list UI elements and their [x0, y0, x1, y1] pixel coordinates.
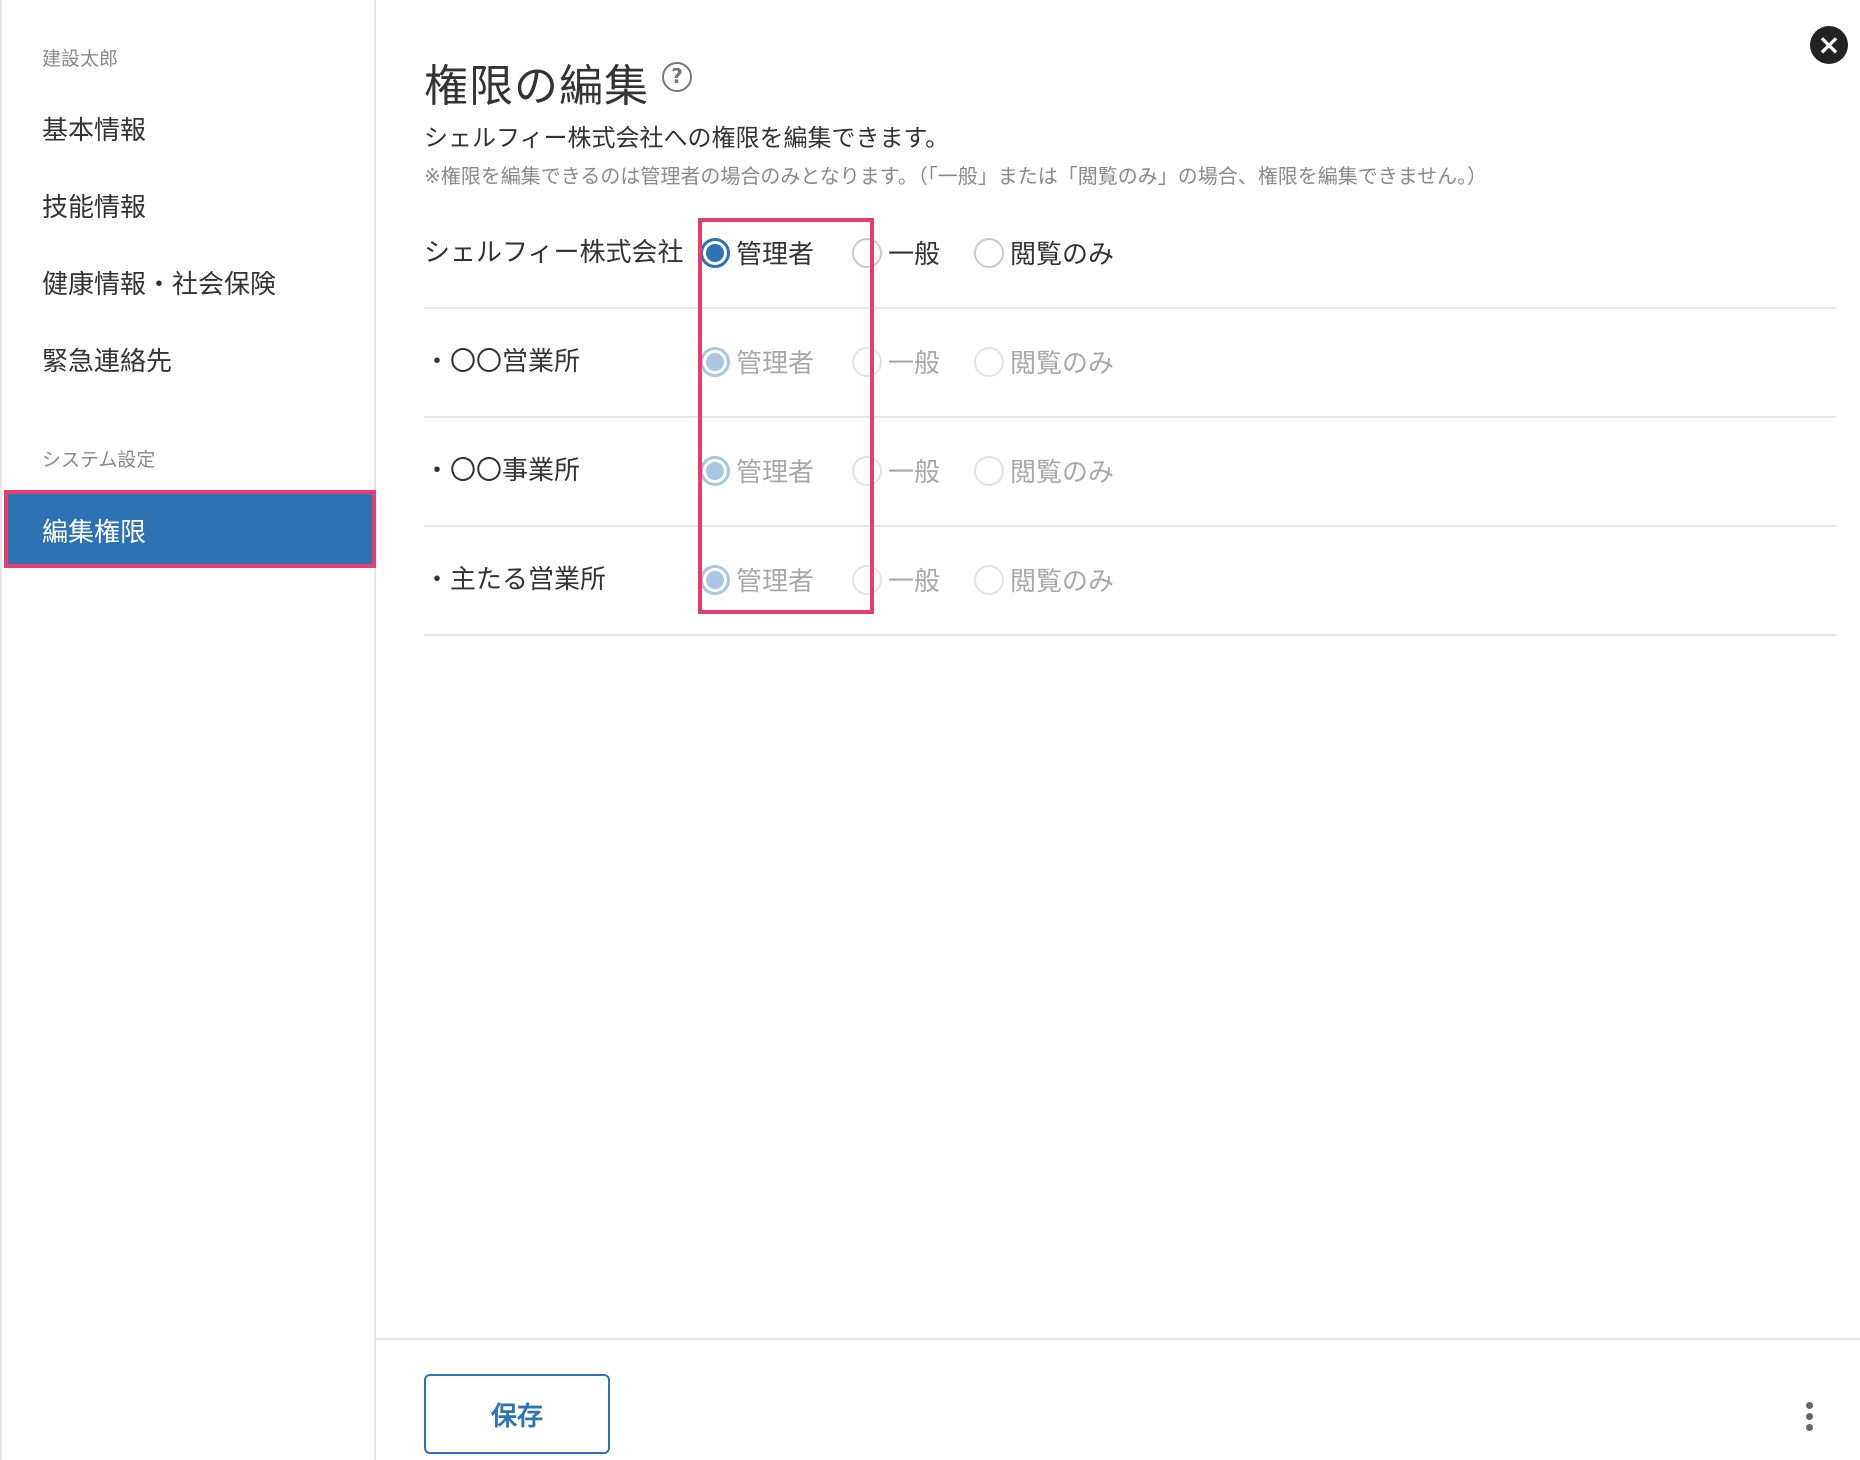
- permission-table: シェルフィー株式会社 管理者 一般 閲覧のみ ・〇〇営業所 管理者 一般 閲覧の…: [424, 200, 1836, 636]
- radio-label: 一般: [888, 349, 941, 379]
- main-panel: 権限の編集 ? シェルフィー株式会社への権限を編集できます。 ※権限を編集できる…: [376, 0, 1860, 1460]
- footer: 保存: [376, 1338, 1860, 1460]
- radio-circle: [852, 564, 882, 595]
- save-button[interactable]: 保存: [424, 1374, 610, 1454]
- radio-label: 管理者: [736, 458, 815, 488]
- permission-row: シェルフィー株式会社 管理者 一般 閲覧のみ: [424, 200, 1836, 309]
- radio-label: 閲覧のみ: [1010, 458, 1115, 488]
- help-icon[interactable]: ?: [662, 62, 692, 92]
- radio-circle: [974, 564, 1004, 595]
- radio-circle: [700, 564, 730, 595]
- radio-label: 管理者: [736, 567, 815, 597]
- close-icon[interactable]: ×: [1810, 26, 1848, 64]
- radio-label: 管理者: [736, 240, 815, 270]
- sidebar-system-section-label: システム設定: [42, 449, 156, 471]
- org-name: ・〇〇事業所: [424, 456, 581, 486]
- radio-general: 一般: [852, 561, 940, 598]
- sidebar-user-section-label: 建設太郎: [42, 48, 119, 70]
- radio-admin: 管理者: [700, 561, 814, 598]
- radio-circle: [852, 455, 882, 486]
- radio-circle: [974, 346, 1004, 377]
- radio-circle: [700, 455, 730, 486]
- sidebar-item-label: 編集権限: [42, 518, 147, 548]
- radio-circle: [700, 346, 730, 377]
- radio-label: 一般: [888, 458, 941, 488]
- org-name: ・主たる営業所: [424, 565, 607, 595]
- radio-circle: [974, 455, 1004, 486]
- permission-row: ・主たる営業所 管理者 一般 閲覧のみ: [424, 527, 1836, 636]
- radio-general[interactable]: 一般: [852, 234, 940, 271]
- permission-note: ※権限を編集できるのは管理者の場合のみとなります。（「一般」または「閲覧のみ」の…: [424, 164, 1488, 188]
- radio-circle[interactable]: [852, 237, 882, 268]
- org-name: シェルフィー株式会社: [424, 238, 684, 268]
- sidebar-item-health-insurance[interactable]: 健康情報・社会保険: [42, 264, 276, 301]
- permission-row: ・〇〇営業所 管理者 一般 閲覧のみ: [424, 309, 1836, 418]
- page-description: シェルフィー株式会社への権限を編集できます。: [424, 124, 950, 152]
- org-name: ・〇〇営業所: [424, 347, 581, 377]
- radio-circle[interactable]: [700, 237, 730, 268]
- radio-view-only: 閲覧のみ: [974, 561, 1114, 598]
- radio-view-only: 閲覧のみ: [974, 343, 1114, 380]
- radio-admin: 管理者: [700, 452, 814, 489]
- radio-circle[interactable]: [974, 237, 1004, 268]
- more-vertical-icon[interactable]: [1804, 1402, 1814, 1434]
- radio-label: 一般: [888, 240, 941, 270]
- radio-view-only[interactable]: 閲覧のみ: [974, 234, 1114, 271]
- radio-general: 一般: [852, 452, 940, 489]
- radio-general: 一般: [852, 343, 940, 380]
- sidebar-item-basic-info[interactable]: 基本情報: [42, 110, 146, 147]
- radio-label: 閲覧のみ: [1010, 567, 1115, 597]
- sidebar-item-edit-permissions[interactable]: 編集権限: [4, 490, 376, 568]
- page-title: 権限の編集: [424, 61, 649, 112]
- sidebar: 建設太郎 基本情報 技能情報 健康情報・社会保険 緊急連絡先 システム設定 編集…: [0, 0, 376, 1460]
- radio-admin: 管理者: [700, 343, 814, 380]
- radio-label: 閲覧のみ: [1010, 349, 1115, 379]
- app-window: 建設太郎 基本情報 技能情報 健康情報・社会保険 緊急連絡先 システム設定 編集…: [0, 0, 1860, 1460]
- radio-admin[interactable]: 管理者: [700, 234, 814, 271]
- radio-label: 閲覧のみ: [1010, 240, 1115, 270]
- radio-view-only: 閲覧のみ: [974, 452, 1114, 489]
- sidebar-item-skill-info[interactable]: 技能情報: [42, 187, 146, 224]
- radio-circle: [852, 346, 882, 377]
- radio-label: 一般: [888, 567, 941, 597]
- permission-row: ・〇〇事業所 管理者 一般 閲覧のみ: [424, 418, 1836, 527]
- sidebar-item-emergency-contact[interactable]: 緊急連絡先: [42, 341, 172, 378]
- radio-label: 管理者: [736, 349, 815, 379]
